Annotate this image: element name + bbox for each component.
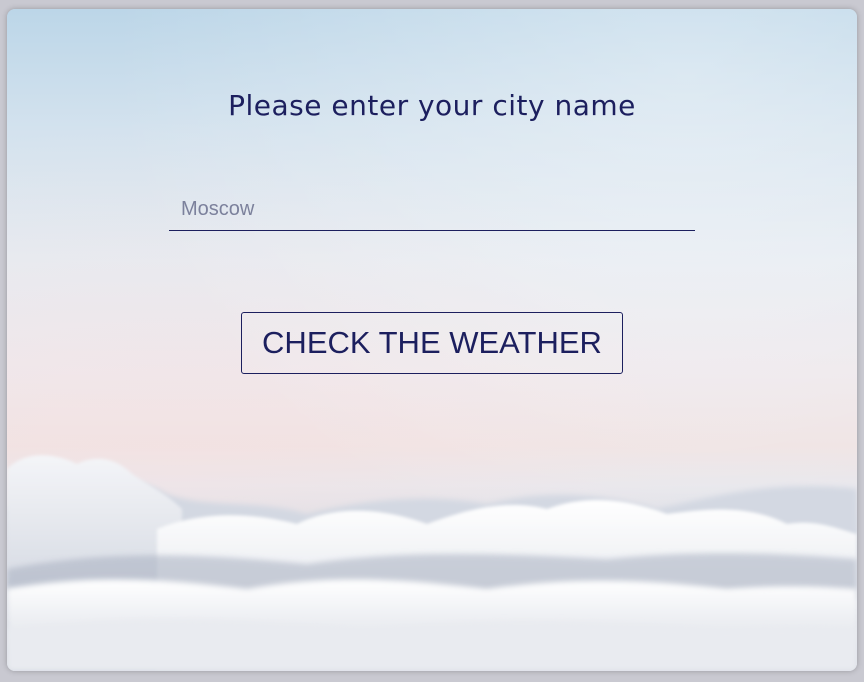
page-title: Please enter your city name <box>228 89 636 122</box>
weather-card: Please enter your city name CHECK THE WE… <box>7 9 857 671</box>
check-weather-button[interactable]: CHECK THE WEATHER <box>241 312 623 374</box>
cloud-layer-image <box>7 455 857 671</box>
city-input[interactable] <box>169 189 695 231</box>
